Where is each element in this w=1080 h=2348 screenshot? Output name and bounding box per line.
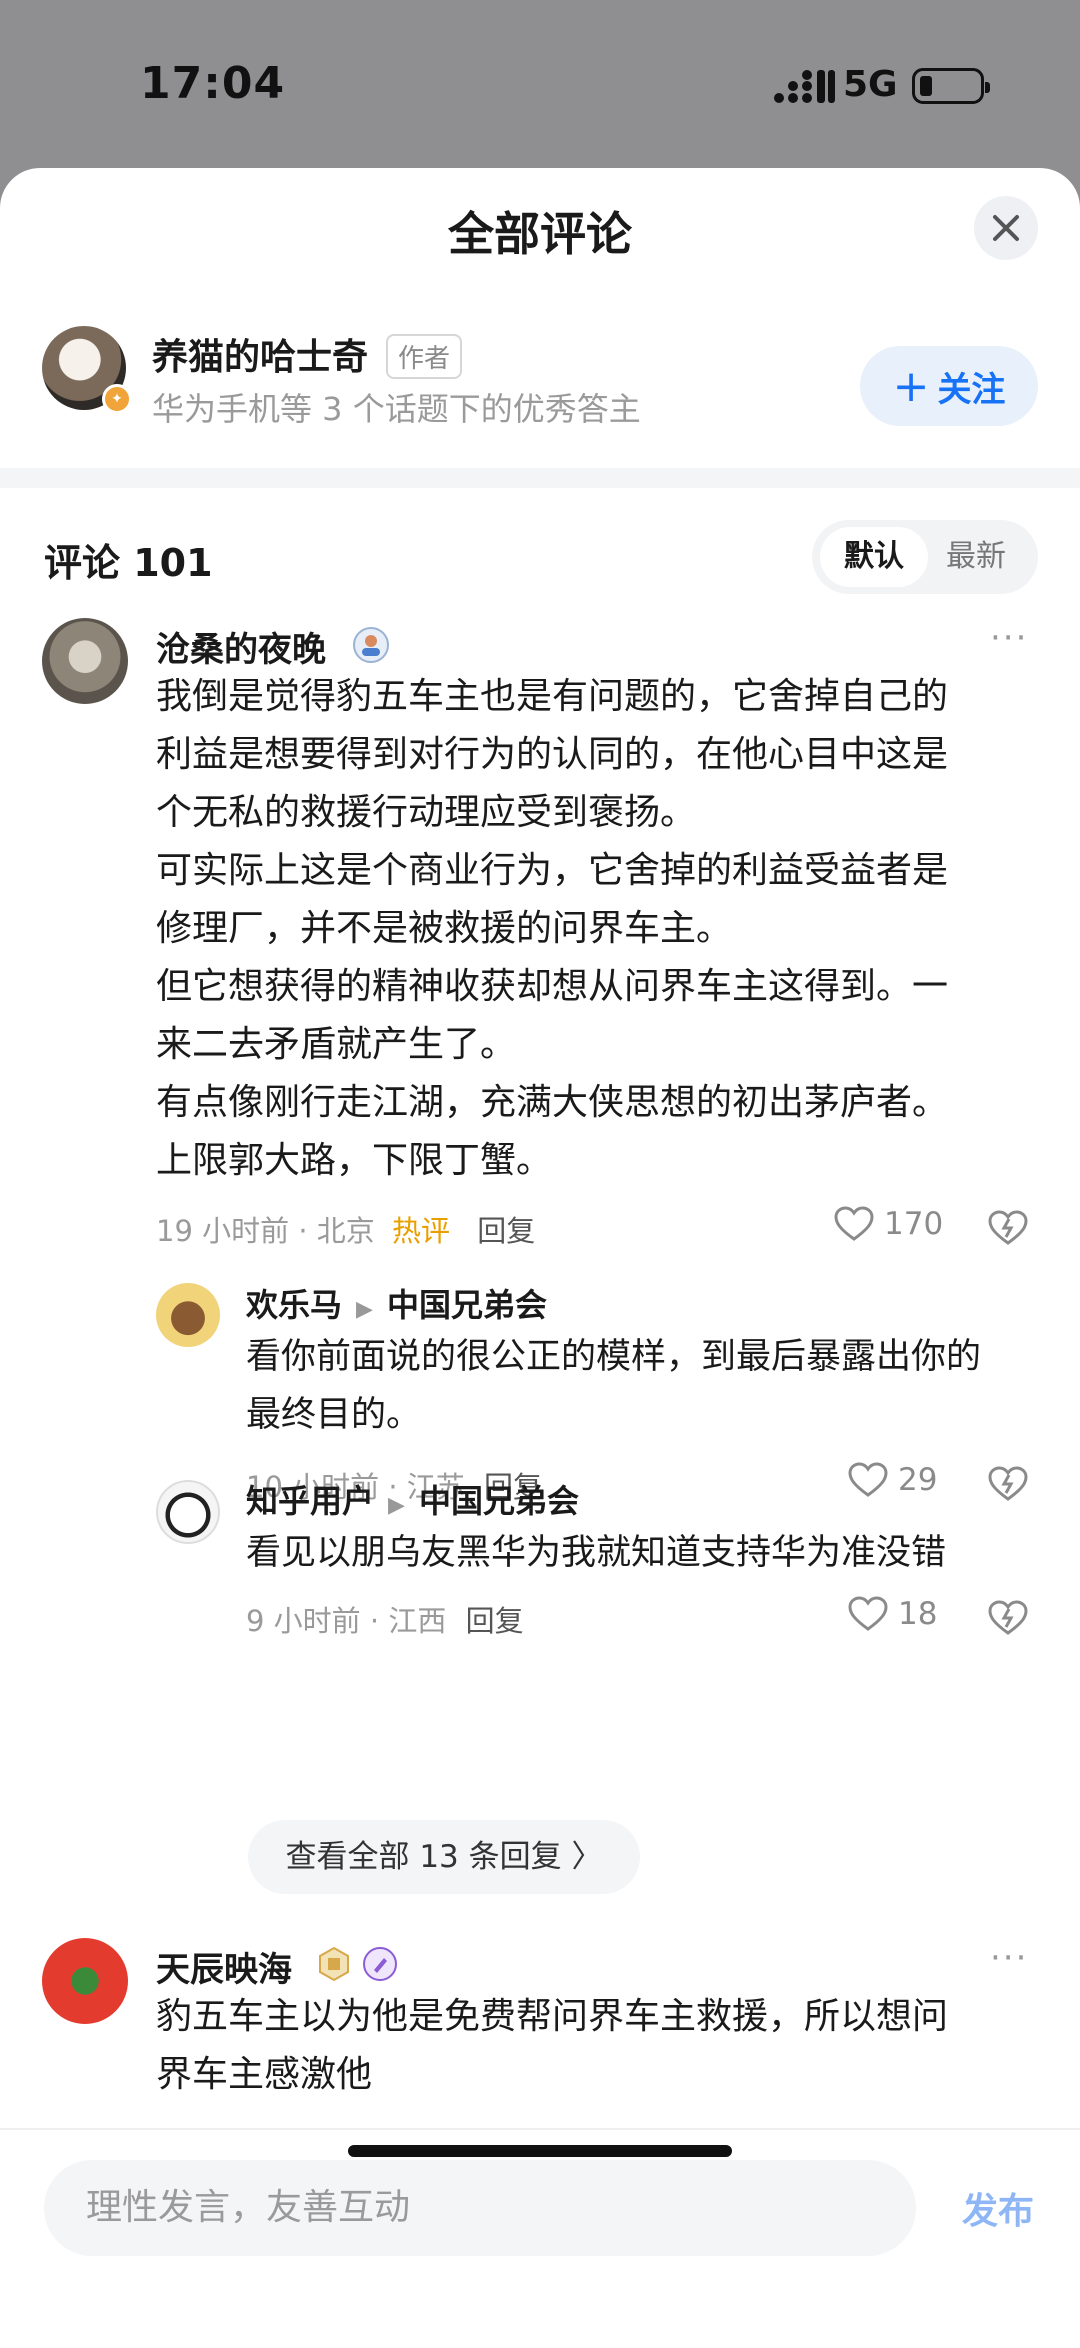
comment-time: 19 小时前 bbox=[156, 1214, 290, 1248]
comment-line: 来二去矛盾就产生了。 bbox=[156, 1024, 517, 1065]
excellent-answerer-badge-icon: ✦ bbox=[102, 384, 132, 414]
like-count: 29 bbox=[898, 1462, 938, 1498]
sort-latest-option[interactable]: 最新 bbox=[922, 527, 1030, 587]
more-options-icon[interactable]: ··· bbox=[990, 1938, 1028, 1978]
status-bar: 17:04 5G bbox=[0, 0, 1080, 170]
comments-sheet: 全部评论 ✦ 养猫的哈士奇 作者 华为手机等 3 个话题下的优秀答主 + 关注 … bbox=[0, 168, 1080, 2348]
comment-line: 可实际上这是个商业行为，它舍掉的利益受益者是 bbox=[156, 850, 949, 891]
creator-badge-icon bbox=[363, 1947, 397, 1981]
reply-button[interactable]: 回复 bbox=[477, 1214, 535, 1248]
battery-icon bbox=[912, 68, 990, 104]
comment-composer: 理性发言，友善互动 发布 bbox=[0, 2128, 1080, 2348]
avatar[interactable] bbox=[156, 1480, 220, 1544]
comment-item: 沧桑的夜晚 ··· 我倒是觉得豹五车主也是有问题的，它舍掉自己的 利益是想要得到… bbox=[0, 618, 1080, 1908]
network-label: 5G bbox=[843, 64, 898, 105]
reply-username: 欢乐马 ▶ 中国兄弟会 bbox=[246, 1280, 547, 1326]
close-button[interactable] bbox=[974, 196, 1038, 260]
comments-header: 评论 101 默认 最新 bbox=[0, 506, 1080, 596]
comment-line: 豹五车主以为他是免费帮问界车主救援，所以想问 bbox=[156, 1996, 949, 2037]
comment-count: 评论 101 bbox=[44, 541, 213, 585]
dislike-icon[interactable] bbox=[988, 1600, 1028, 1636]
comment-line: 上限郭大路，下限丁蟹。 bbox=[156, 1140, 553, 1181]
comment-line: 利益是想要得到对行为的认同的，在他心目中这是 bbox=[156, 734, 949, 775]
reply-username: 知乎用户 ▶ 中国兄弟会 bbox=[246, 1476, 579, 1522]
reply-username-text[interactable]: 知乎用户 bbox=[246, 1482, 374, 1520]
plus-icon: + bbox=[892, 360, 930, 412]
reply-arrow-icon: ▶ bbox=[388, 1493, 405, 1518]
heart-icon bbox=[834, 1206, 874, 1241]
section-divider bbox=[0, 468, 1080, 488]
view-all-replies-button[interactable]: 查看全部 13 条回复 〉 bbox=[248, 1820, 640, 1894]
reply-username-text[interactable]: 欢乐马 bbox=[246, 1286, 342, 1324]
comment-line: 修理厂，并不是被救援的问界车主。 bbox=[156, 908, 733, 949]
reply-arrow-icon: ▶ bbox=[356, 1297, 373, 1322]
sort-default-option[interactable]: 默认 bbox=[820, 527, 928, 587]
comment-line: 有点像刚行走江湖，充满大侠思想的初出茅庐者。 bbox=[156, 1082, 949, 1123]
heart-icon bbox=[848, 1596, 888, 1631]
signal-icon bbox=[774, 70, 835, 103]
follow-label: 关注 bbox=[937, 369, 1006, 410]
dislike-icon[interactable] bbox=[988, 1210, 1028, 1246]
like-button[interactable]: 29 bbox=[848, 1462, 937, 1498]
author-avatar[interactable]: ✦ bbox=[42, 326, 132, 414]
more-options-icon[interactable]: ··· bbox=[990, 618, 1028, 658]
avatar[interactable] bbox=[42, 1938, 128, 2024]
reply-line: 看你前面说的很公正的模样，到最后暴露出你的 bbox=[246, 1337, 982, 1377]
sheet-title: 全部评论 bbox=[448, 207, 632, 261]
comment-username[interactable]: 沧桑的夜晚 bbox=[156, 622, 326, 671]
reply-line: 看见以朋乌友黑华为我就知道支持华为准没错 bbox=[246, 1533, 947, 1573]
sort-toggle: 默认 最新 bbox=[812, 520, 1038, 594]
comment-line: 界车主感激他 bbox=[156, 2054, 373, 2095]
close-icon bbox=[993, 215, 1019, 241]
heart-icon bbox=[848, 1462, 888, 1497]
level-badge-icon bbox=[319, 1946, 349, 1982]
reply-to-username[interactable]: 中国兄弟会 bbox=[387, 1286, 547, 1324]
comment-location: 北京 bbox=[316, 1214, 375, 1248]
author-tag: 作者 bbox=[386, 334, 463, 379]
comment-input[interactable]: 理性发言，友善互动 bbox=[44, 2160, 916, 2256]
home-indicator[interactable] bbox=[348, 2145, 732, 2157]
follow-button[interactable]: + 关注 bbox=[860, 346, 1038, 426]
like-count: 18 bbox=[898, 1596, 938, 1632]
hot-comment-badge: 热评 bbox=[392, 1214, 451, 1248]
dislike-icon[interactable] bbox=[988, 1466, 1028, 1502]
like-count: 170 bbox=[884, 1206, 944, 1242]
publish-button[interactable]: 发布 bbox=[962, 2182, 1034, 2234]
reply-to-username[interactable]: 中国兄弟会 bbox=[419, 1482, 579, 1520]
reply-meta: 9 小时前 · 江西 回复 bbox=[246, 1604, 524, 1638]
comment-line: 个无私的救援行动理应受到褒扬。 bbox=[156, 792, 697, 833]
avatar[interactable] bbox=[42, 618, 128, 704]
comment-username[interactable]: 天辰映海 bbox=[156, 1942, 292, 1991]
status-time: 17:04 bbox=[140, 58, 286, 109]
user-badge-icon bbox=[353, 627, 389, 663]
like-button[interactable]: 170 bbox=[834, 1206, 943, 1242]
comment-line: 但它想获得的精神收获却想从问界车主这得到。一 bbox=[156, 966, 949, 1007]
comment-item: 天辰映海 ··· 豹五车主以为他是免费帮问界车主救援，所以想问 界车主感激他 bbox=[0, 1938, 1080, 2095]
reply-location: 江西 bbox=[388, 1604, 447, 1638]
avatar[interactable] bbox=[156, 1283, 220, 1347]
reply-line: 最终目的。 bbox=[246, 1395, 422, 1435]
author-name[interactable]: 养猫的哈士奇 bbox=[152, 328, 368, 380]
reply-button[interactable]: 回复 bbox=[466, 1604, 524, 1638]
author-description: 华为手机等 3 个话题下的优秀答主 bbox=[152, 390, 641, 428]
comment-line: 我倒是觉得豹五车主也是有问题的，它舍掉自己的 bbox=[156, 676, 949, 717]
author-row: ✦ 养猫的哈士奇 作者 华为手机等 3 个话题下的优秀答主 + 关注 bbox=[0, 318, 1080, 468]
reply-time: 9 小时前 bbox=[246, 1604, 361, 1638]
like-button[interactable]: 18 bbox=[848, 1596, 937, 1632]
comment-meta: 19 小时前 · 北京 热评 回复 bbox=[156, 1214, 536, 1248]
